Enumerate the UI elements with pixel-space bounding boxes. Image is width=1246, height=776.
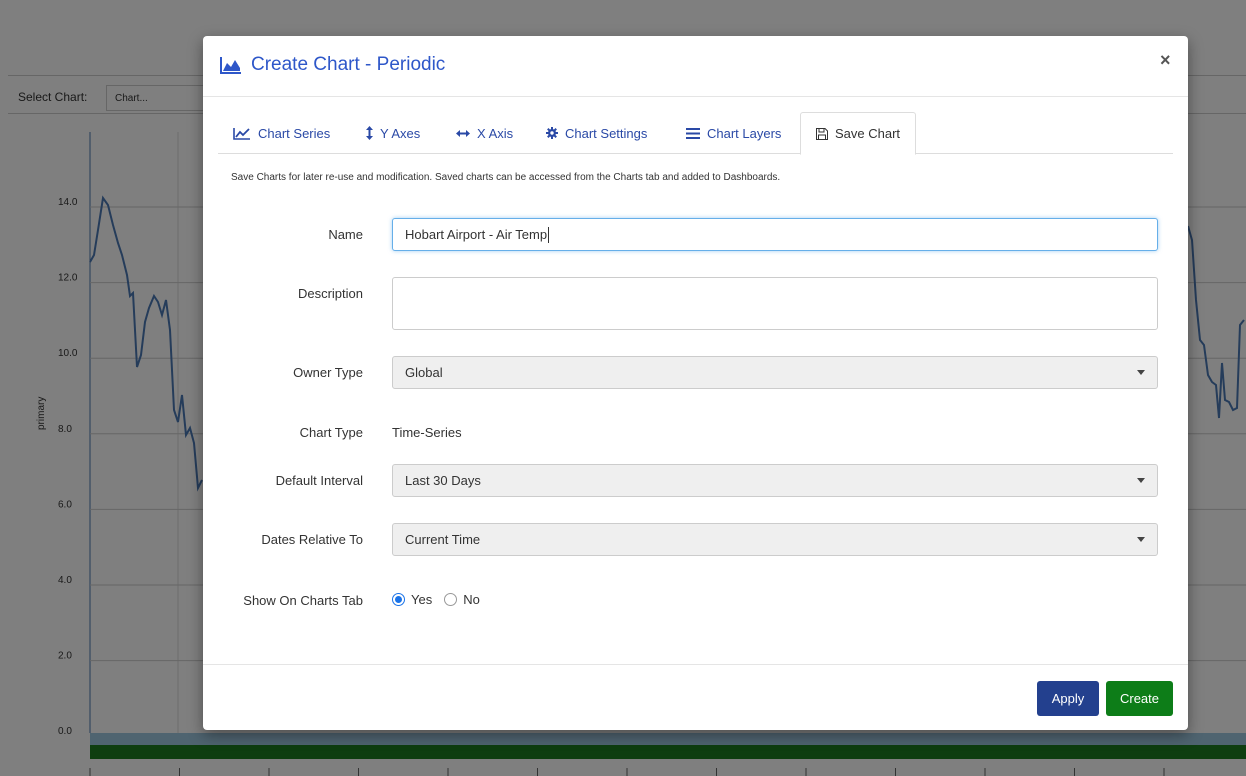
radio-no-label[interactable]: No	[463, 592, 480, 607]
area-chart-icon	[220, 57, 241, 74]
tab-x-axis[interactable]: X Axis	[441, 112, 528, 154]
owner-type-label: Owner Type	[293, 365, 363, 380]
name-value: Hobart Airport - Air Temp	[405, 227, 548, 242]
description-label: Description	[297, 286, 363, 301]
radio-yes-label[interactable]: Yes	[411, 592, 432, 607]
chart-tabs: Chart Series Y Axes X Axis Chart Setting…	[218, 112, 1173, 155]
chart-type-value: Time-Series	[392, 425, 462, 440]
tab-chart-series[interactable]: Chart Series	[218, 112, 345, 154]
radio-yes[interactable]	[392, 593, 405, 606]
default-interval-value: Last 30 Days	[405, 473, 481, 488]
tab-chart-settings[interactable]: Chart Settings	[531, 112, 662, 154]
chevron-down-icon	[1137, 537, 1145, 542]
create-chart-modal: Create Chart - Periodic × Chart Series Y…	[203, 36, 1188, 730]
tab-save-chart[interactable]: Save Chart	[800, 112, 917, 155]
floppy-disk-icon	[816, 127, 828, 140]
chevron-down-icon	[1137, 478, 1145, 483]
tab-label: Chart Settings	[565, 125, 648, 141]
show-on-tab-radio-group: Yes No	[392, 592, 480, 607]
default-interval-select[interactable]: Last 30 Days	[392, 464, 1158, 497]
close-icon[interactable]: ×	[1160, 50, 1171, 71]
name-label: Name	[328, 227, 363, 242]
name-field[interactable]: Hobart Airport - Air Temp	[392, 218, 1158, 251]
default-interval-label: Default Interval	[275, 473, 363, 488]
modal-title: Create Chart - Periodic	[251, 54, 446, 75]
dates-relative-select[interactable]: Current Time	[392, 523, 1158, 556]
tab-label: Chart Layers	[707, 125, 782, 141]
tab-label: Y Axes	[380, 125, 421, 141]
create-button[interactable]: Create	[1106, 681, 1173, 716]
text-cursor	[548, 226, 550, 243]
modal-header: Create Chart - Periodic ×	[203, 36, 1188, 97]
tab-label: Chart Series	[258, 125, 331, 141]
owner-type-value: Global	[405, 365, 443, 380]
save-chart-intro: Save Charts for later re-use and modific…	[231, 172, 781, 183]
owner-type-select[interactable]: Global	[392, 356, 1158, 389]
bars-icon	[686, 127, 700, 139]
chevron-down-icon	[1137, 370, 1145, 375]
line-chart-icon	[233, 127, 250, 140]
tab-label: X Axis	[477, 125, 514, 141]
chart-type-label: Chart Type	[299, 425, 363, 440]
modal-footer: Apply Create	[203, 664, 1188, 730]
dates-relative-label: Dates Relative To	[261, 532, 363, 547]
tab-label: Save Chart	[835, 126, 901, 141]
dates-relative-value: Current Time	[405, 532, 481, 547]
tab-chart-layers[interactable]: Chart Layers	[671, 112, 796, 154]
gear-icon	[546, 127, 558, 139]
apply-button[interactable]: Apply	[1037, 681, 1099, 716]
description-field[interactable]	[392, 277, 1158, 330]
show-on-tab-label: Show On Charts Tab	[243, 593, 363, 608]
tab-y-axes[interactable]: Y Axes	[351, 112, 435, 154]
radio-no[interactable]	[444, 593, 458, 606]
horizontal-arrows-icon	[456, 129, 470, 137]
vertical-arrows-icon	[366, 126, 373, 140]
